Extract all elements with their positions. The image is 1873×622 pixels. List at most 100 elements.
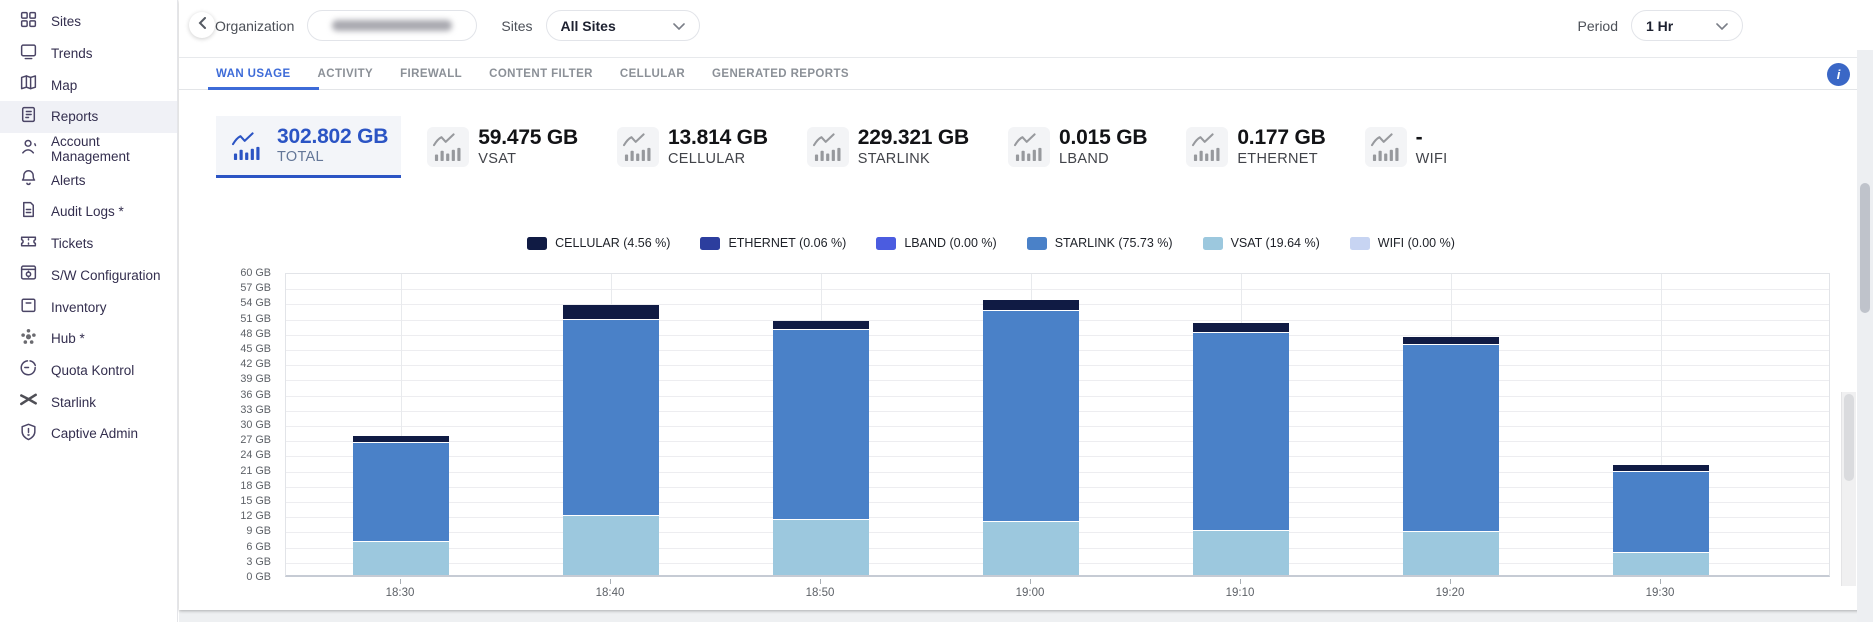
- y-axis-tick-label: 15 GB: [179, 495, 271, 507]
- tab-activity[interactable]: ACTIVITY: [318, 58, 374, 89]
- bar-segment-starlink: [1193, 333, 1289, 531]
- bar-19-10[interactable]: [1193, 323, 1289, 575]
- bar-19-30[interactable]: [1613, 465, 1709, 575]
- legend-item-cellular[interactable]: CELLULAR (4.56 %): [527, 236, 670, 250]
- info-icon[interactable]: i: [1827, 63, 1850, 86]
- x-axis-tick: [1030, 579, 1031, 584]
- tab-cellular[interactable]: CELLULAR: [620, 58, 685, 89]
- stat-card-total[interactable]: 302.802 GB TOTAL: [216, 116, 401, 178]
- bar-18-50[interactable]: [773, 321, 869, 575]
- sidebar-item-label: S/W Configuration: [51, 268, 161, 283]
- y-axis-tick-label: 45 GB: [179, 343, 271, 355]
- x-axis-tick-label: 19:30: [1646, 587, 1675, 599]
- tabs-list: WAN USAGE ACTIVITY FIREWALL CONTENT FILTER C…: [216, 58, 876, 89]
- sidebar-item-label: Alerts: [51, 173, 86, 188]
- bar-19-20[interactable]: [1403, 337, 1499, 575]
- organization-label: Organization: [215, 18, 294, 34]
- y-axis-tick-label: 24 GB: [179, 449, 271, 461]
- bar-19-00[interactable]: [983, 300, 1079, 575]
- stat-card-lband[interactable]: 0.015 GB LBAND: [998, 116, 1160, 178]
- sidebar-item-label: Inventory: [51, 300, 107, 315]
- topbar: Organization Sites All Sites Period 1 Hr: [179, 0, 1873, 58]
- bar-segment-vsat: [1193, 531, 1289, 575]
- sidebar-item-hub[interactable]: Hub *: [0, 323, 177, 355]
- chart-scrollbar-thumb[interactable]: [1844, 394, 1854, 481]
- sidebar-item-trends[interactable]: Trends: [0, 38, 177, 70]
- sidebar-item-map[interactable]: Map: [0, 69, 177, 101]
- wan-usage-chart: CELLULAR (4.56 %) ETHERNET (0.06 %) LBAN…: [179, 196, 1873, 598]
- monitor-icon: [19, 42, 38, 66]
- sidebar-item-account-management[interactable]: Account Management: [0, 133, 177, 165]
- legend-item-ethernet[interactable]: ETHERNET (0.06 %): [700, 236, 846, 250]
- x-axis-tick: [1450, 579, 1451, 584]
- chart-legend: CELLULAR (4.56 %) ETHERNET (0.06 %) LBAN…: [179, 236, 1803, 250]
- stat-card-wifi[interactable]: - WIFI: [1355, 116, 1461, 178]
- y-axis-tick-label: 48 GB: [179, 328, 271, 340]
- sidebar-item-tickets[interactable]: Tickets: [0, 228, 177, 260]
- sidebar-item-audit-logs[interactable]: Audit Logs *: [0, 196, 177, 228]
- legend-item-vsat[interactable]: VSAT (19.64 %): [1203, 236, 1320, 250]
- bar-segment-starlink: [983, 311, 1079, 522]
- box-icon: [19, 295, 38, 319]
- organization-value-redacted: [332, 20, 452, 31]
- collapse-sidebar-button[interactable]: [189, 12, 215, 38]
- legend-swatch: [700, 237, 720, 250]
- bar-segment-cellular: [773, 321, 869, 330]
- sidebar-item-label: Audit Logs *: [51, 204, 124, 219]
- y-axis-tick-label: 39 GB: [179, 373, 271, 385]
- legend-label: CELLULAR (4.56 %): [555, 236, 670, 250]
- bar-segment-cellular: [983, 300, 1079, 311]
- sidebar-item-inventory[interactable]: Inventory: [0, 291, 177, 323]
- legend-swatch: [1027, 237, 1047, 250]
- y-axis-tick-label: 36 GB: [179, 389, 271, 401]
- legend-item-lband[interactable]: LBAND (0.00 %): [876, 236, 996, 250]
- stat-card-vsat[interactable]: 59.475 GB VSAT: [417, 116, 591, 178]
- tab-generated-reports[interactable]: GENERATED REPORTS: [712, 58, 849, 89]
- report-tabs: WAN USAGE ACTIVITY FIREWALL CONTENT FILTER C…: [179, 58, 1873, 90]
- bar-segment-vsat: [773, 520, 869, 575]
- chart-scrollbar[interactable]: [1841, 392, 1856, 586]
- sidebar-item-alerts[interactable]: Alerts: [0, 164, 177, 196]
- legend-item-wifi[interactable]: WIFI (0.00 %): [1350, 236, 1455, 250]
- bar-segment-vsat: [1613, 553, 1709, 575]
- sidebar-item-label: Captive Admin: [51, 426, 138, 441]
- organization-select[interactable]: [307, 10, 477, 41]
- stat-value: 0.177 GB: [1237, 127, 1325, 149]
- period-select-value: 1 Hr: [1646, 18, 1673, 34]
- tab-wan-usage[interactable]: WAN USAGE: [216, 58, 291, 89]
- stat-card-cellular[interactable]: 13.814 GB CELLULAR: [607, 116, 781, 178]
- window-scrollbar[interactable]: [1857, 50, 1873, 622]
- ticket-icon: [19, 232, 38, 256]
- legend-item-starlink[interactable]: STARLINK (75.73 %): [1027, 236, 1173, 250]
- sidebar-item-quota-kontrol[interactable]: Quota Kontrol: [0, 355, 177, 387]
- sidebar-nav: Sites Trends Map Reports Account Managem…: [0, 6, 177, 450]
- period-select[interactable]: 1 Hr: [1631, 10, 1743, 41]
- sidebar-item-s-w-configuration[interactable]: S/W Configuration: [0, 260, 177, 292]
- stat-card-ethernet[interactable]: 0.177 GB ETHERNET: [1176, 116, 1338, 178]
- sites-select[interactable]: All Sites: [546, 10, 700, 41]
- chevron-down-icon: [1716, 17, 1728, 35]
- sidebar-item-reports[interactable]: Reports: [0, 101, 177, 133]
- period-label: Period: [1578, 18, 1618, 34]
- sidebar-item-starlink[interactable]: Starlink: [0, 386, 177, 418]
- stat-label: ETHERNET: [1237, 151, 1325, 167]
- y-axis-tick-label: 3 GB: [179, 556, 271, 568]
- stat-card-starlink[interactable]: 229.321 GB STARLINK: [797, 116, 982, 178]
- tab-content-filter[interactable]: CONTENT FILTER: [489, 58, 593, 89]
- tab-firewall[interactable]: FIREWALL: [400, 58, 462, 89]
- window-scrollbar-thumb[interactable]: [1860, 183, 1870, 313]
- pie-icon: [19, 358, 38, 382]
- bar-segment-starlink: [1613, 472, 1709, 553]
- document-icon: [19, 200, 38, 224]
- bar-18-30[interactable]: [353, 436, 449, 575]
- window-gear-icon: [19, 263, 38, 287]
- sidebar-item-label: Account Management: [51, 134, 177, 164]
- sidebar-item-captive-admin[interactable]: Captive Admin: [0, 418, 177, 450]
- bar-18-40[interactable]: [563, 305, 659, 575]
- main-area: Organization Sites All Sites Period 1 Hr: [179, 0, 1873, 622]
- legend-label: STARLINK (75.73 %): [1055, 236, 1173, 250]
- sidebar-item-sites[interactable]: Sites: [0, 6, 177, 38]
- bar-segment-vsat: [353, 542, 449, 575]
- legend-label: WIFI (0.00 %): [1378, 236, 1455, 250]
- x-axis-tick: [400, 579, 401, 584]
